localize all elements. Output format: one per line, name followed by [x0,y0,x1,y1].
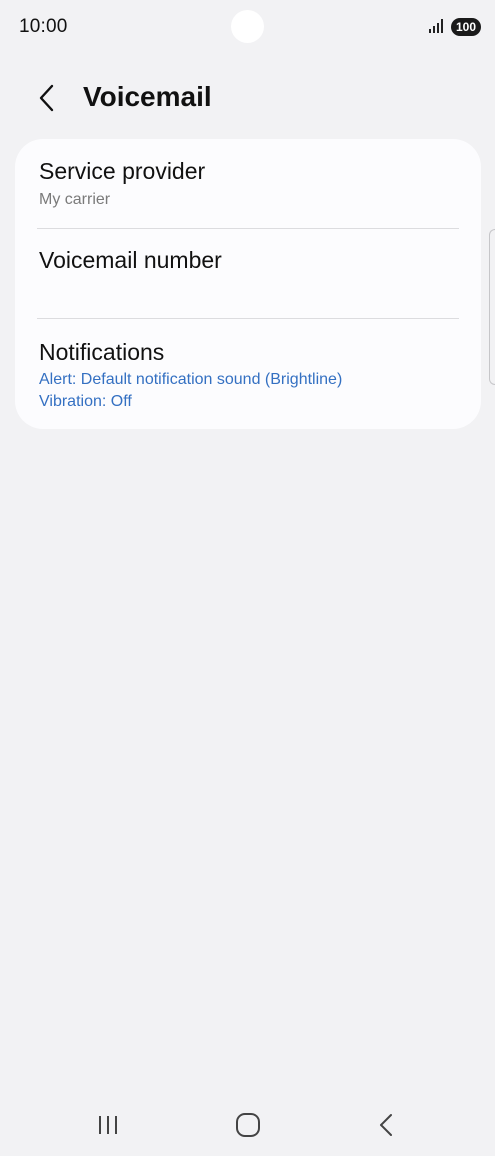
voicemail-number-title: Voicemail number [39,247,222,273]
voicemail-settings-screen: 10:00 100 Voicemail Service provider My … [0,0,495,1156]
service-provider-item[interactable]: Service provider My carrier [15,139,481,229]
home-icon [236,1113,260,1137]
chevron-left-icon [39,84,54,112]
voicemail-settings-card: Service provider My carrier Voicemail nu… [15,139,481,429]
notifications-item[interactable]: Notifications Alert: Default notificatio… [15,319,481,429]
back-button[interactable] [30,78,66,118]
recents-icon [99,1116,117,1134]
notifications-alert-value: Alert: Default notification sound (Brigh… [39,371,343,388]
navigation-bar [0,1098,495,1156]
recents-button[interactable] [90,1110,130,1140]
notifications-title: Notifications [39,339,165,365]
page-title: Voicemail [83,81,212,112]
scroll-indicator[interactable] [489,229,495,385]
signal-icon [429,19,443,33]
camera-cutout [231,10,264,43]
status-time: 10:00 [19,16,68,37]
battery-icon: 100 [451,18,481,36]
service-provider-title: Service provider [39,158,206,184]
nav-back-button[interactable] [367,1110,407,1140]
home-button[interactable] [228,1110,268,1140]
service-provider-value: My carrier [39,191,111,208]
status-bar: 10:00 100 [0,0,495,56]
notifications-vibration-value: Vibration: Off [39,393,132,410]
app-header: Voicemail [0,70,495,126]
back-icon [380,1114,392,1136]
voicemail-number-item[interactable]: Voicemail number [15,229,481,319]
